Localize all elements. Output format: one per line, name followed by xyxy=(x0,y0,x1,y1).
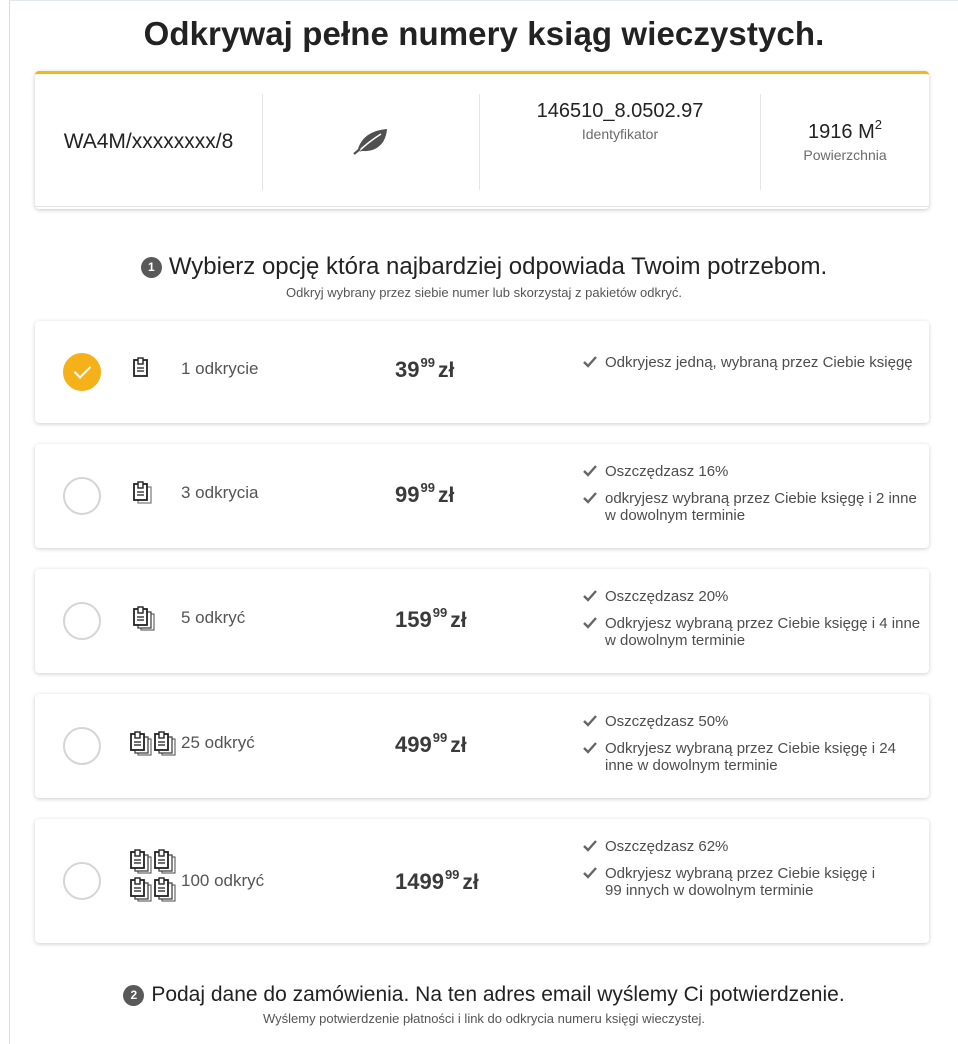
document-stack-icon xyxy=(129,731,181,764)
area-cell: 1916 M2 Powierzchnia xyxy=(761,94,929,190)
check-icon xyxy=(583,740,605,757)
page-title: Odkrywaj pełne numery ksiąg wieczystych. xyxy=(143,15,825,52)
check-icon xyxy=(583,615,605,632)
step1-title: Wybierz opcję która najbardziej odpowiad… xyxy=(168,253,828,280)
document-icon xyxy=(132,357,150,384)
benefit-item: Odkryjesz wybraną przez Ciebie księgę i … xyxy=(583,740,923,774)
option-radio[interactable] xyxy=(63,477,101,515)
option-benefits: Odkryjesz jedną, wybraną przez Ciebie ks… xyxy=(583,354,923,375)
option-name: 1 odkrycie xyxy=(181,359,259,378)
area-label: Powierzchnia xyxy=(803,147,887,163)
step2-subtitle: Wyślemy potwierdzenie płatności i link d… xyxy=(262,1011,706,1026)
option-5-odkryc[interactable]: 5 odkryć 15999 zł Oszczędzasz 20% Odkryje… xyxy=(35,569,929,673)
check-icon xyxy=(583,490,605,507)
step1-subtitle: Odkryj wybrany przez siebie numer lub sk… xyxy=(286,285,682,300)
option-price: 49999 zł xyxy=(395,730,467,757)
leaf-cell xyxy=(263,94,480,190)
option-name: 25 odkryć xyxy=(181,733,255,752)
step2-title: Podaj dane do zamówienia. Na ten adres e… xyxy=(151,983,845,1006)
leaf-icon xyxy=(351,125,391,160)
kw-number-cell: WA4M/xxxxxxxx/8 xyxy=(35,94,263,190)
parcel-divider xyxy=(35,206,929,207)
area-value: 1916 M2 xyxy=(808,117,882,143)
identifier-label: Identyfikator xyxy=(581,126,659,142)
option-name: 3 odkrycia xyxy=(181,483,259,502)
check-icon xyxy=(583,354,605,371)
benefit-item: Oszczędzasz 50% xyxy=(583,713,923,730)
option-benefits: Oszczędzasz 16% odkryjesz wybraną przez … xyxy=(583,463,923,528)
benefit-item: Odkryjesz wybraną przez Ciebie księgę i … xyxy=(583,615,923,649)
option-1-odkrycie[interactable]: 1 odkrycie 3999 zł Odkryjesz jedną, wybra… xyxy=(35,321,929,423)
option-price: 9999 zł xyxy=(395,480,455,507)
option-radio[interactable] xyxy=(63,862,101,900)
benefit-item: Odkryjesz wybraną przez Ciebie księgę i … xyxy=(583,865,883,899)
benefit-item: Oszczędzasz 62% xyxy=(583,838,883,855)
step2-heading: 2 Podaj dane do zamówienia. Na ten adres … xyxy=(10,983,958,1026)
option-100-odkryc[interactable]: 100 odkryć 149999 zł Oszczędzasz 62% Odkr… xyxy=(35,819,929,943)
option-25-odkryc[interactable]: 25 odkryć 49999 zł Oszczędzasz 50% Odkryj… xyxy=(35,694,929,798)
option-price: 15999 zł xyxy=(395,605,467,632)
check-icon xyxy=(583,838,605,855)
step2-badge: 2 xyxy=(123,984,145,1006)
option-radio[interactable] xyxy=(63,353,101,391)
parcel-card: WA4M/xxxxxxxx/8 146510_8.0502.97 Identyf… xyxy=(35,71,929,209)
option-name: 5 odkryć xyxy=(181,608,246,627)
step1-badge: 1 xyxy=(140,256,162,278)
kw-number: WA4M/xxxxxxxx/8 xyxy=(63,130,234,153)
benefit-item: Odkryjesz jedną, wybraną przez Ciebie ks… xyxy=(583,354,923,371)
option-benefits: Oszczędzasz 50% Odkryjesz wybraną przez … xyxy=(583,713,923,778)
option-price: 3999 zł xyxy=(395,355,455,382)
identifier-value: 146510_8.0502.97 xyxy=(536,100,704,122)
option-benefits: Oszczędzasz 20% Odkryjesz wybraną przez … xyxy=(583,588,923,653)
benefit-item: odkryjesz wybraną przez Ciebie księgę i … xyxy=(583,490,923,524)
check-icon xyxy=(583,588,605,605)
step1-heading: 1 Wybierz opcję która najbardziej odpowia… xyxy=(10,253,958,300)
option-radio[interactable] xyxy=(63,602,101,640)
check-icon xyxy=(583,865,605,882)
option-name: 100 odkryć xyxy=(181,871,265,890)
option-radio[interactable] xyxy=(63,727,101,765)
document-stack-icon xyxy=(132,606,158,639)
benefit-item: Oszczędzasz 16% xyxy=(583,463,923,480)
option-price: 149999 zł xyxy=(395,867,479,894)
check-icon xyxy=(583,463,605,480)
check-icon xyxy=(583,713,605,730)
option-3-odkrycia[interactable]: 3 odkrycia 9999 zł Oszczędzasz 16% odkryj… xyxy=(35,444,929,548)
option-benefits: Oszczędzasz 62% Odkryjesz wybraną przez … xyxy=(583,838,883,903)
document-stack-icon xyxy=(129,849,181,910)
page-frame: Odkrywaj pełne numery ksiąg wieczystych.… xyxy=(9,0,958,1044)
document-stack-icon xyxy=(132,481,156,512)
identifier-cell: 146510_8.0502.97 Identyfikator xyxy=(480,94,761,190)
benefit-item: Oszczędzasz 20% xyxy=(583,588,923,605)
